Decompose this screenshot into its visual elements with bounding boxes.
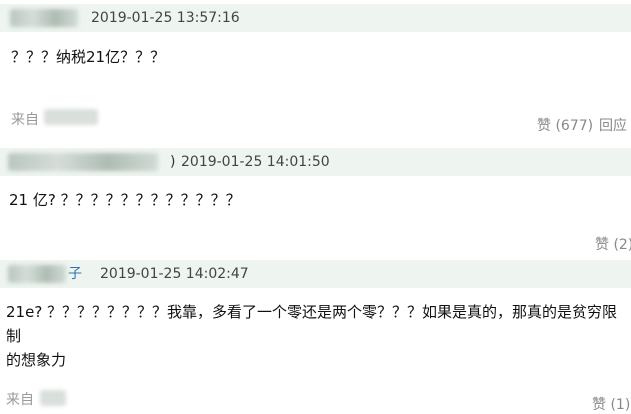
comment-text: 21 亿? ？？？？？？？？？？？？ xyxy=(9,191,241,209)
username-link[interactable] xyxy=(8,265,66,283)
reply-button[interactable]: 回应 xyxy=(599,117,627,135)
comment-header: 2019-01-25 13:57:16 xyxy=(0,4,631,32)
username-suffix[interactable]: 子 xyxy=(68,265,82,283)
comment-text: ？？？纳税21亿？？？ xyxy=(11,48,166,66)
comment-source-link[interactable] xyxy=(40,390,66,406)
comment-timestamp: 2019-01-25 14:02:47 xyxy=(100,266,249,282)
username-link[interactable] xyxy=(8,153,158,171)
like-button[interactable]: 赞 (1) xyxy=(592,396,630,414)
comment-header: 子 2019-01-25 14:02:47 xyxy=(0,260,631,288)
comment-timestamp: 2019-01-25 14:01:50 xyxy=(181,154,330,170)
comment-source-label: 来自 xyxy=(11,112,39,128)
comment-source-link[interactable] xyxy=(44,109,98,125)
like-button[interactable]: 赞 (677) xyxy=(537,117,593,135)
comment-header: ) 2019-01-25 14:01:50 xyxy=(0,148,631,176)
comment-timestamp: 2019-01-25 13:57:16 xyxy=(91,10,240,26)
like-button[interactable]: 赞 (2) xyxy=(595,236,631,254)
username-link[interactable] xyxy=(10,9,78,27)
comment-text: 21e? ？？？？？？？？我靠，多看了一个零还是两个零？？？如果是真的，那真的是… xyxy=(6,303,618,369)
comment-source-label: 来自 xyxy=(6,392,34,408)
username-suffix: ) xyxy=(170,154,176,170)
